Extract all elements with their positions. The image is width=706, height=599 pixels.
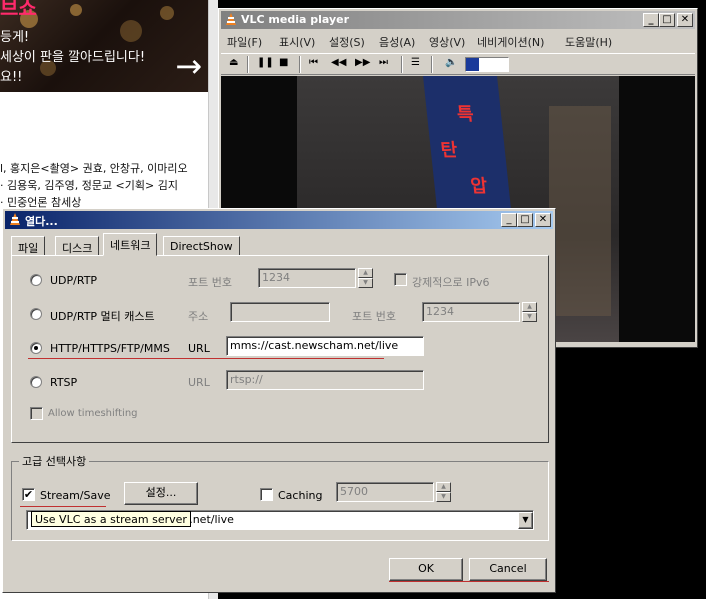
multicast-port-field[interactable]: 1234 [422, 302, 520, 322]
tab-directshow[interactable]: DirectShow [163, 236, 240, 256]
force-ipv6-checkbox[interactable] [394, 273, 407, 286]
rtsp-label: RTSP [50, 376, 78, 389]
stream-save-checkbox[interactable]: ✔ [22, 488, 35, 501]
arrow-right-icon[interactable]: → [175, 50, 202, 82]
udp-port-field[interactable]: 1234 [258, 268, 356, 288]
playlist-icon[interactable]: ☰ [411, 57, 420, 68]
advanced-options-legend: 고급 선택사항 [19, 453, 90, 469]
udp-radio[interactable] [30, 274, 42, 286]
next-icon[interactable]: ⏭ [379, 57, 388, 68]
tab-disc[interactable]: 디스크 [55, 236, 100, 256]
menu-audio[interactable]: 음성(A) [379, 34, 415, 50]
tab-file[interactable]: 파일 [11, 236, 46, 256]
banner-line-2: 세상이 판을 깔아드립니다! [0, 50, 146, 65]
multicast-radio[interactable] [30, 308, 42, 320]
web-credit-line-2: · 김용욱, 김주영, 정문교 <기획> 김지 [0, 179, 178, 192]
eject-icon[interactable]: ⏏ [229, 57, 238, 68]
maximize-icon[interactable]: □ [659, 13, 675, 27]
volume-icon[interactable]: 🔈 [445, 57, 457, 68]
open-dialog: 열다... _ □ ✕ 파일 디스크 네트워크 DirectShow UDP/R… [2, 208, 556, 593]
vlc-cone-icon [9, 213, 21, 229]
close-icon[interactable]: ✕ [677, 13, 693, 27]
vlc-cone-icon [225, 13, 237, 29]
http-label: HTTP/HTTPS/FTP/MMS [50, 342, 170, 355]
menu-file[interactable]: 파일(F) [227, 34, 262, 50]
menu-help[interactable]: 도움말(H) [565, 34, 612, 50]
ok-button[interactable]: OK [389, 558, 463, 581]
maximize-icon[interactable]: □ [517, 213, 533, 227]
stream-settings-button[interactable]: 설정... [124, 482, 198, 505]
multicast-port-label: 포트 번호 [352, 310, 396, 323]
caching-label: Caching [278, 489, 323, 502]
rewind-icon[interactable]: ◀◀ [331, 57, 346, 68]
udp-port-spinner[interactable]: ▲ ▼ [358, 268, 373, 288]
stream-server-tooltip: Use VLC as a stream server [31, 511, 191, 527]
multicast-address-label: 주소 [188, 310, 209, 323]
minimize-icon[interactable]: _ [501, 213, 517, 227]
multicast-port-spinner[interactable]: ▲ ▼ [522, 302, 537, 322]
chevron-down-icon[interactable]: ▼ [518, 512, 533, 529]
volume-level-fill [466, 58, 479, 71]
volume-slider[interactable] [465, 57, 509, 72]
vlc-title-bar[interactable]: VLC media player _ □ ✕ [221, 11, 695, 29]
udp-port-label: 포트 번호 [188, 276, 232, 289]
previous-icon[interactable]: ⏮ [309, 57, 318, 68]
dialog-title-bar[interactable]: 열다... _ □ ✕ [5, 211, 553, 229]
caching-spinner[interactable]: ▲ ▼ [436, 482, 451, 502]
banner-line-3: 요!! [0, 70, 23, 85]
vlc-window-title: VLC media player [241, 13, 350, 26]
caching-field[interactable]: 5700 [336, 482, 434, 502]
banner-line-1: 등게! [0, 30, 30, 45]
force-ipv6-label: 강제적으로 IPv6 [412, 276, 490, 289]
http-url-label: URL [188, 342, 210, 355]
web-credit-line-1: l, 홍지은<촬영> 권효, 안창규, 이마리오 [0, 162, 188, 175]
tab-network[interactable]: 네트워크 [103, 233, 158, 256]
menu-view[interactable]: 표시(V) [279, 34, 315, 50]
pause-icon[interactable]: ❚❚ [257, 57, 274, 68]
rtsp-url-field[interactable]: rtsp:// [226, 370, 424, 390]
fast-forward-icon[interactable]: ▶▶ [355, 57, 370, 68]
multicast-label: UDP/RTP 멀티 캐스트 [50, 310, 155, 323]
cancel-button[interactable]: Cancel [469, 558, 547, 581]
multicast-address-field[interactable] [230, 302, 330, 322]
banner-top-text: 브쇼 [0, 0, 37, 20]
network-panel: UDP/RTP 포트 번호 1234 ▲ ▼ 강제적으로 IPv6 UDP/RTP… [11, 255, 549, 443]
minimize-icon[interactable]: _ [643, 13, 659, 27]
stop-icon[interactable]: ■ [279, 57, 288, 68]
close-icon[interactable]: ✕ [535, 213, 551, 227]
dialog-title: 열다... [25, 215, 58, 228]
stream-save-label: Stream/Save [40, 489, 111, 502]
menu-video[interactable]: 영상(V) [429, 34, 465, 50]
advanced-options-group: ✔ Stream/Save 설정... Caching 5700 ▲ ▼ scha… [11, 461, 549, 541]
udp-label: UDP/RTP [50, 274, 98, 287]
http-radio[interactable] [30, 342, 42, 354]
rtsp-radio[interactable] [30, 376, 42, 388]
vlc-toolbar: ⏏ ❚❚ ■ ⏮ ◀◀ ▶▶ ⏭ ☰ 🔈 [221, 53, 695, 75]
menu-navigation[interactable]: 네비게이션(N) [477, 34, 544, 50]
allow-timeshifting-checkbox[interactable] [30, 407, 43, 420]
web-banner[interactable]: 브쇼 등게! 세상이 판을 깔아드립니다! 요!! → [0, 0, 208, 92]
http-url-field[interactable]: mms://cast.newscham.net/live [226, 336, 424, 356]
rtsp-url-label: URL [188, 376, 210, 389]
allow-timeshifting-label: Allow timeshifting [48, 408, 138, 419]
vlc-menu-bar: 파일(F) 표시(V) 설정(S) 음성(A) 영상(V) 네비게이션(N) 도… [221, 31, 695, 51]
menu-settings[interactable]: 설정(S) [329, 34, 365, 50]
caching-checkbox[interactable] [260, 488, 273, 501]
